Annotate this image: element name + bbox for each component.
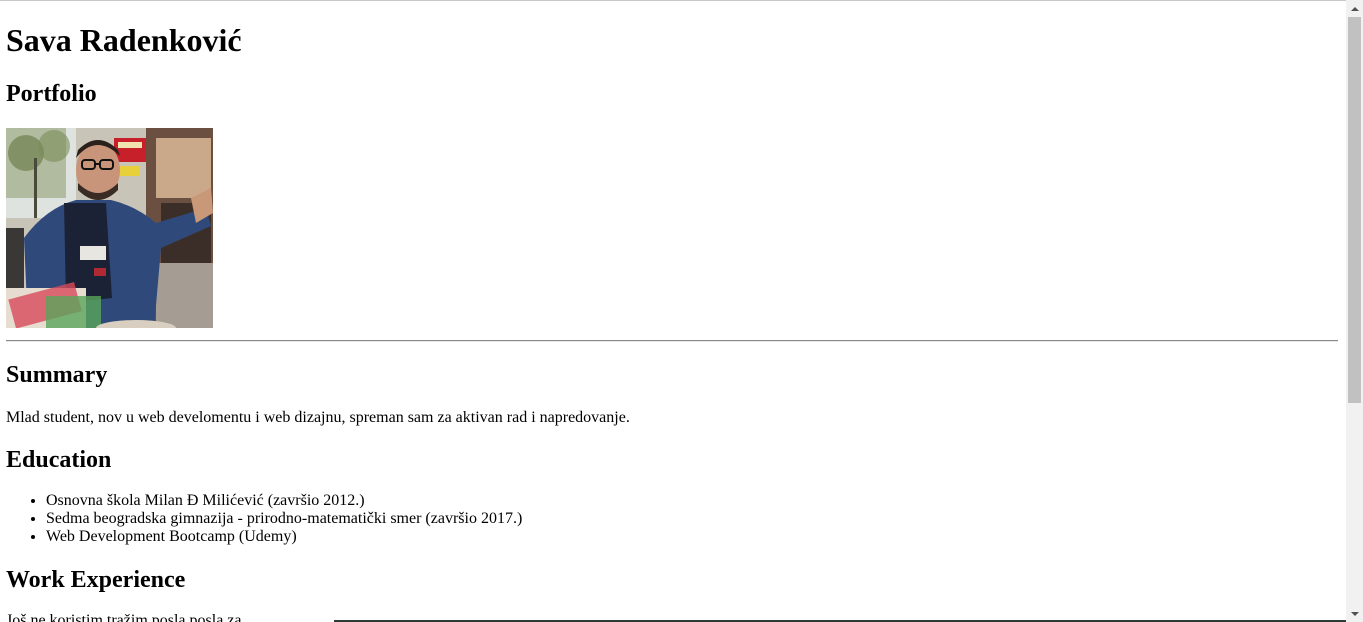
summary-heading: Summary bbox=[6, 362, 108, 388]
portfolio-heading: Portfolio bbox=[6, 81, 97, 107]
page-content: Sava Radenković Portfolio Summary Mlad s… bbox=[6, 0, 1340, 622]
work-experience-text: Još ne koristim tražim posla posla za bbox=[6, 612, 242, 622]
page-title: Sava Radenković bbox=[6, 22, 242, 58]
work-experience-heading: Work Experience bbox=[6, 567, 186, 593]
chevron-up-icon bbox=[1350, 6, 1359, 11]
profile-photo bbox=[6, 128, 213, 328]
scroll-up-button[interactable] bbox=[1346, 0, 1363, 17]
education-list: Osnovna škola Milan Đ Milićević (završio… bbox=[6, 492, 522, 546]
scroll-down-button[interactable] bbox=[1346, 605, 1363, 622]
section-divider bbox=[6, 340, 1338, 342]
list-item: Sedma beogradska gimnazija - prirodno-ma… bbox=[46, 510, 522, 528]
scrollbar-thumb[interactable] bbox=[1348, 17, 1361, 403]
education-heading: Education bbox=[6, 447, 112, 473]
vertical-scrollbar[interactable] bbox=[1346, 0, 1363, 622]
chevron-down-icon bbox=[1350, 611, 1359, 616]
list-item: Osnovna škola Milan Đ Milićević (završio… bbox=[46, 492, 522, 510]
summary-text: Mlad student, nov u web develomentu i we… bbox=[6, 409, 630, 426]
list-item: Web Development Bootcamp (Udemy) bbox=[46, 528, 522, 546]
